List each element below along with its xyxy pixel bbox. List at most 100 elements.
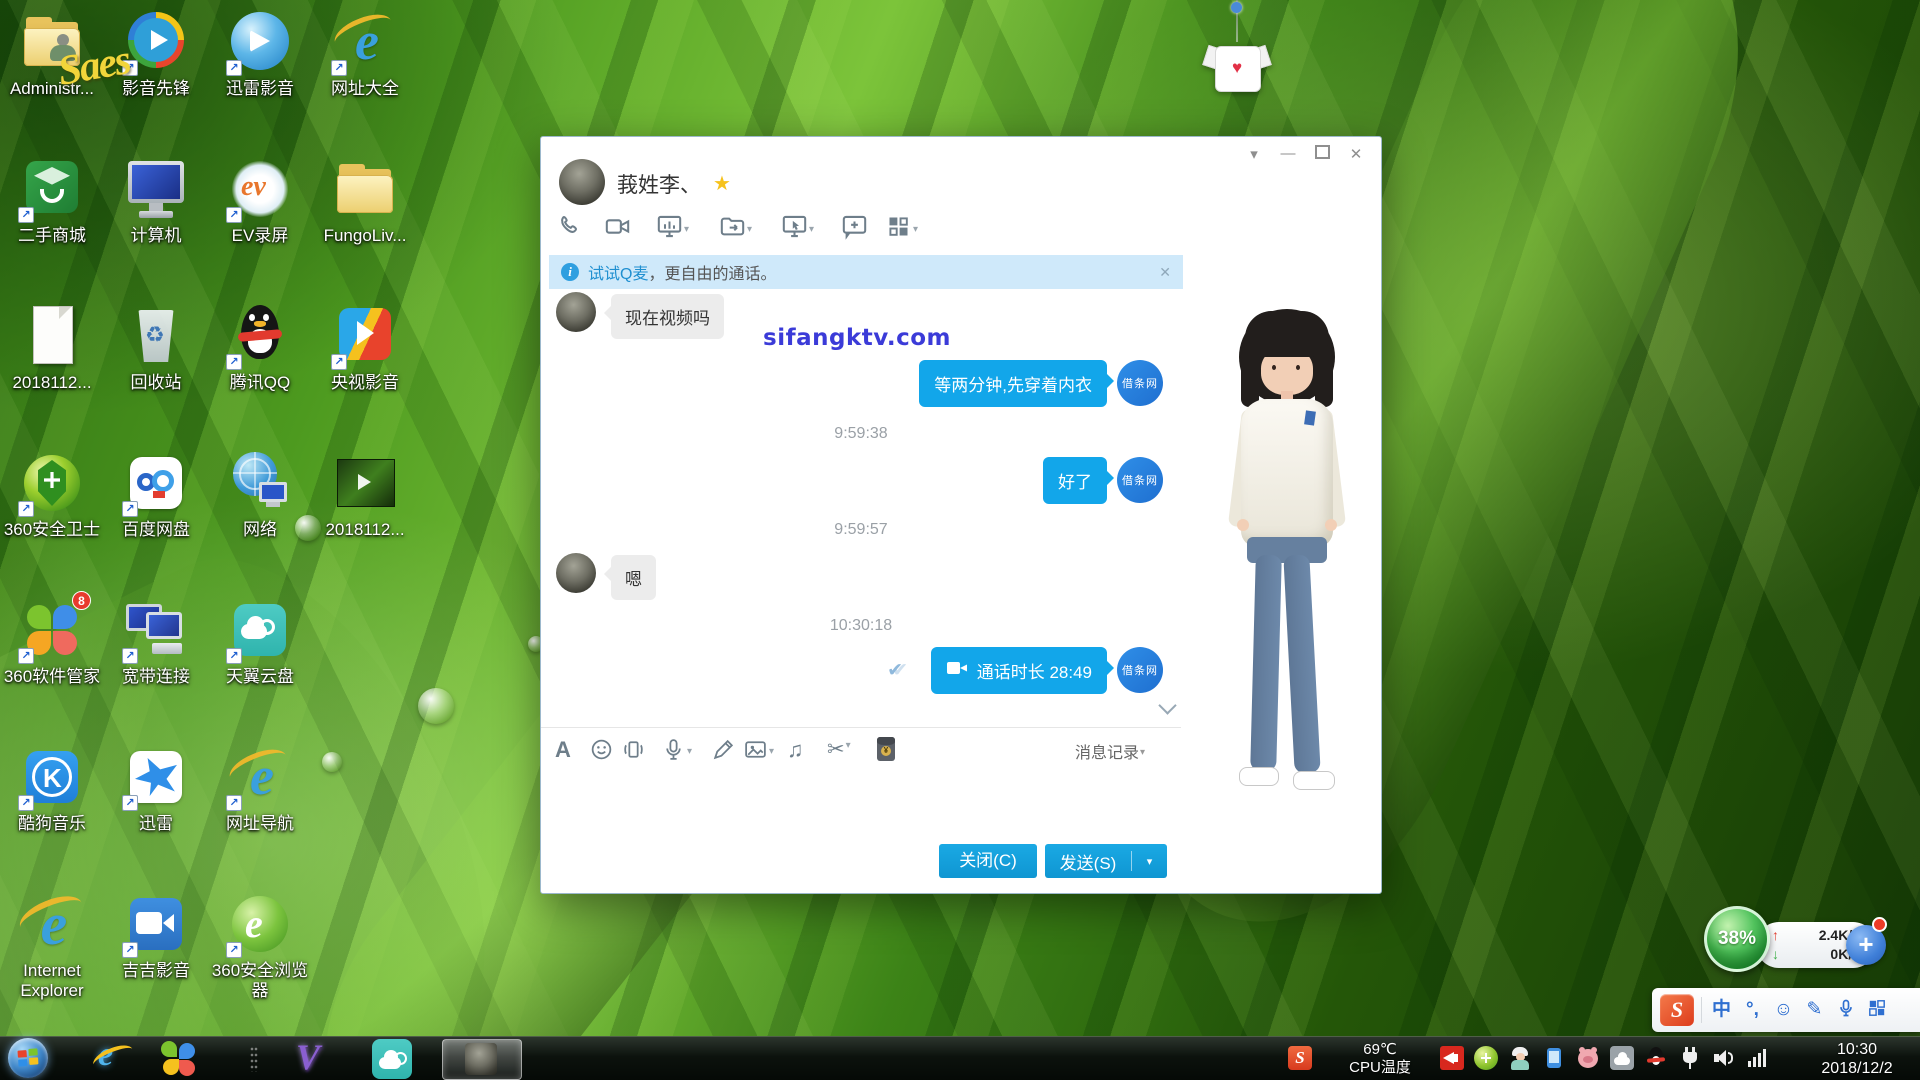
desktop-icon[interactable]: ↗吉吉影音 [104,890,208,981]
desktop-icon[interactable]: 网络 [208,449,312,540]
pink-app-tray-icon[interactable] [1576,1046,1600,1070]
emoji-button[interactable]: ☺ [1768,996,1799,1024]
sogou-tray-icon[interactable]: S [1288,1046,1312,1070]
desktop-icon[interactable]: ↗ 央视影音 [313,302,417,393]
sogou-logo-icon[interactable]: S [1660,994,1694,1026]
ime-mode-button[interactable]: 中 [1706,996,1737,1024]
handwriting-button[interactable] [711,737,736,765]
desktop-icon-label: 天翼云盘 [208,667,312,687]
cube-green-icon: ↗ [18,155,86,223]
message-input[interactable] [551,771,1171,837]
punctuation-button[interactable]: °, [1737,996,1768,1024]
message-history-button[interactable]: 消息记录▾ [1075,739,1145,763]
network-signal-tray-icon[interactable] [1746,1046,1770,1070]
taskbar-qq-conversation-button[interactable] [442,1039,522,1080]
send-options-icon[interactable]: ▾ [1132,855,1167,868]
minimize-button[interactable]: — [1279,145,1297,163]
font-button[interactable]: A [555,737,571,765]
screen-demo-button[interactable]: ▾ [656,213,689,243]
notice-close-icon[interactable]: ✕ [1159,264,1171,281]
power-plug-tray-icon[interactable] [1678,1046,1702,1070]
taskbar-vagaa-button[interactable]: V [288,1038,332,1078]
cloud-sync-tray-icon[interactable] [1610,1046,1634,1070]
desktop-icon-label: 腾讯QQ [208,373,312,393]
cctv-icon: ↗ [331,302,399,370]
desktop: Administr...↗二手商城2018112...↗360安全卫士↗8360… [0,0,1920,1080]
voice-call-button[interactable] [556,213,583,243]
ime-toolbox-button[interactable] [1861,996,1892,1024]
desktop-icon[interactable]: ↗天翼云盘 [208,596,312,687]
desktop-icon[interactable]: ↗腾讯QQ [208,302,312,393]
desktop-icon-label: 计算机 [104,226,208,246]
desktop-icon[interactable]: ↗迅雷 [104,743,208,834]
desktop-icon-label: 央视影音 [313,373,417,393]
desktop-icon[interactable]: 计算机 [104,155,208,246]
desktop-icon[interactable]: ↗8360软件管家 [0,596,104,687]
close-window-button[interactable]: ✕ [1347,145,1365,163]
window-menu-button[interactable]: ▾ [1245,145,1263,163]
qq-tray-icon[interactable] [1644,1046,1668,1070]
star-favorite-icon[interactable]: ★ [713,171,731,196]
desktop-icon[interactable]: ev↗EV录屏 [208,155,312,246]
handwrite-button[interactable]: ✎ [1799,996,1830,1024]
360-security-tray-icon[interactable] [1474,1046,1498,1070]
self-avatar[interactable]: 借条网 [1117,647,1163,693]
desktop-icon[interactable]: eInternet Explorer [0,890,104,1001]
call-record-bubble[interactable]: 通话时长 28:49 [931,647,1107,694]
peer-avatar[interactable] [556,553,596,593]
desktop-icon[interactable]: ♻回收站 [104,302,208,393]
close-chat-button[interactable]: 关闭(C) [939,844,1037,878]
red-packet-button[interactable]: ¥ [877,737,895,765]
cpu-temperature[interactable]: 69℃ CPU温度 [1330,1041,1430,1077]
qq-chat-window: 莪姓李、 ★ ▾ — ✕ ▾▾▾▾ i 试试Q麦 ，更自由的通话。 ✕ 现在视频… [540,136,1382,894]
desktop-icon[interactable]: 2018112... [0,302,104,393]
desktop-icon[interactable]: 2018112... [313,449,417,540]
taskbar-cloud-button[interactable] [372,1039,412,1079]
desktop-icon[interactable]: ↗360安全卫士 [0,449,104,540]
image-button[interactable]: ▾ [743,737,774,765]
voice-message-button[interactable]: ▾ [661,737,692,765]
qmai-link[interactable]: 试试Q麦 [588,260,648,284]
timestamp: 10:30:18 [541,617,1181,635]
remote-assist-button[interactable]: ▾ [781,213,814,243]
desktop-icon[interactable]: e↗网址大全 [313,8,417,99]
desktop-icon[interactable]: ↗二手商城 [0,155,104,246]
self-avatar[interactable]: 借条网 [1117,360,1163,406]
taskbar-ie-button[interactable]: e [92,1040,136,1078]
emoji-button[interactable] [589,737,614,765]
window-shake-button[interactable] [621,737,646,765]
desktop-icon[interactable]: ↗宽带连接 [104,596,208,687]
ie-icon: e↗ [226,743,294,811]
peer-avatar[interactable] [556,292,596,332]
screenshot-button[interactable]: ✂▾ [827,737,851,765]
shortcut-arrow-icon: ↗ [122,648,138,664]
message-bubble-out: 等两分钟,先穿着内衣 [919,360,1107,407]
send-button[interactable]: 发送(S) ▾ [1045,844,1167,878]
notification-badge: 8 [72,591,91,610]
desktop-icon[interactable]: ↗迅雷影音 [208,8,312,99]
taskbar-sogou-browser-button[interactable] [160,1041,196,1077]
announcement-tray-icon[interactable] [1440,1046,1464,1070]
taskbar-clock[interactable]: 10:30 2018/12/2 [1798,1040,1916,1078]
self-avatar[interactable]: 借条网 [1117,457,1163,503]
memory-ball[interactable]: 38% [1704,906,1770,972]
ime-mic-button[interactable] [1830,996,1861,1024]
desktop-icon[interactable]: K↗酷狗音乐 [0,743,104,834]
mobile-assistant-tray-icon[interactable] [1542,1046,1566,1070]
desktop-icon[interactable]: ↗百度网盘 [104,449,208,540]
maximize-button[interactable] [1313,145,1331,163]
send-file-button[interactable]: ▾ [719,213,752,243]
desktop-icon[interactable]: e↗360安全浏览器 [208,890,312,1001]
desktop-icon[interactable]: FungoLiv... [313,155,417,246]
volume-tray-icon[interactable] [1712,1046,1736,1070]
peer-avatar[interactable] [559,159,605,205]
create-chat-button[interactable] [841,213,868,243]
shortcut-arrow-icon: ↗ [331,60,347,76]
timestamp: 9:59:57 [541,521,1181,539]
pc-doctor-tray-icon[interactable] [1508,1046,1532,1070]
desktop-icon[interactable]: e↗网址导航 [208,743,312,834]
music-button[interactable]: ♫ [787,737,804,765]
apps-button[interactable]: ▾ [885,213,918,243]
video-call-button[interactable] [604,213,631,243]
start-button[interactable] [8,1038,48,1078]
